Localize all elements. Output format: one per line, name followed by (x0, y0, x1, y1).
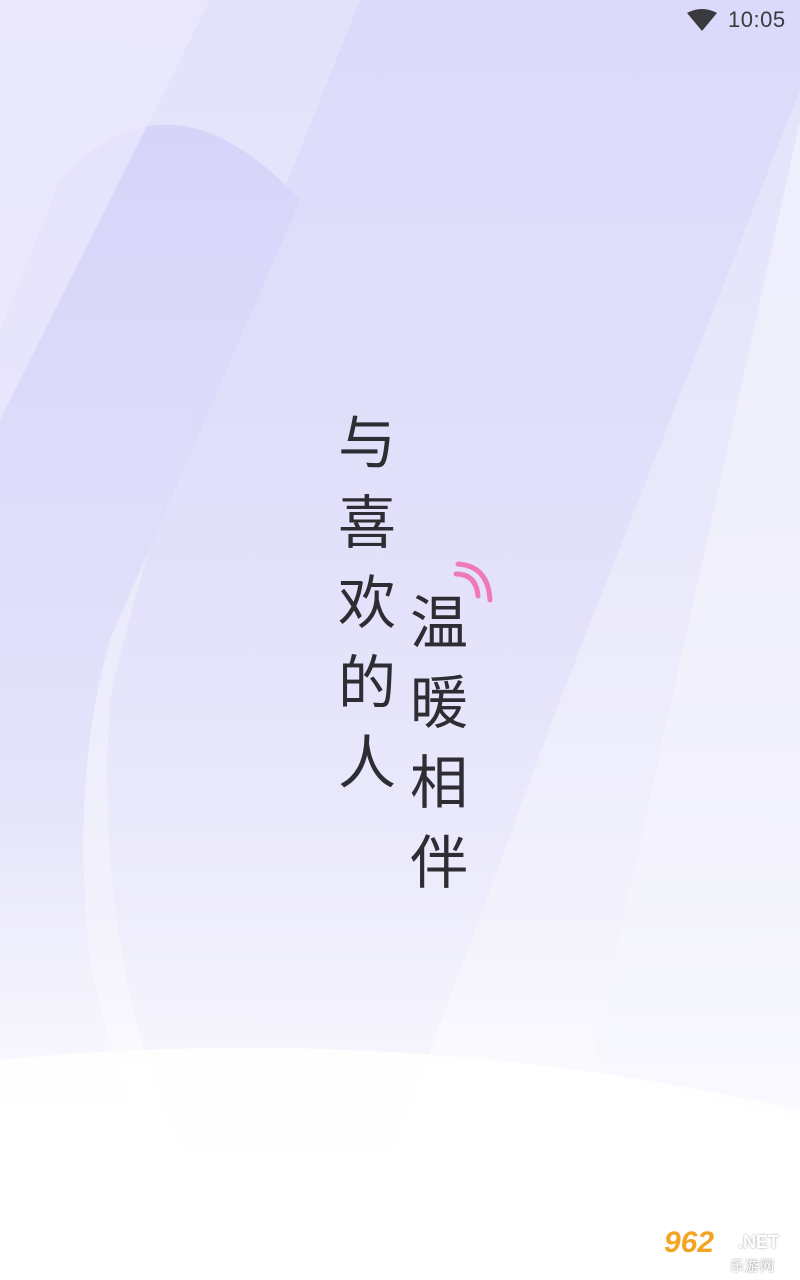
signal-waves-icon (453, 561, 493, 603)
watermark-site-name: 乐游网 (730, 1259, 775, 1275)
slogan-line-2: 温暖相伴 (400, 592, 468, 912)
slogan-line-1: 与喜欢的人 (328, 412, 396, 812)
watermark-brand: 962 (664, 1226, 715, 1259)
wifi-icon (687, 9, 717, 31)
watermark-domain: .NET (738, 1232, 780, 1252)
splash-screen: 10:05 与喜欢的人 温暖相伴 962 .NET 乐游网 (0, 0, 800, 1280)
status-bar: 10:05 (0, 0, 800, 40)
status-time: 10:05 (728, 7, 786, 32)
site-watermark: 962 .NET 乐游网 (664, 1226, 794, 1276)
